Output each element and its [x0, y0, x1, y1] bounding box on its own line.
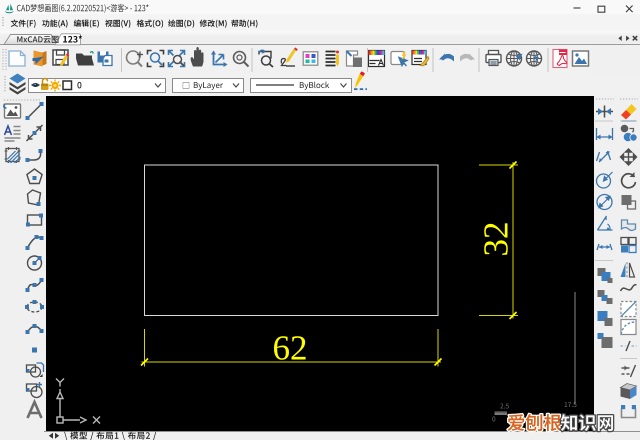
svg-text:32: 32: [477, 222, 516, 257]
svg-text:62: 62: [273, 329, 308, 368]
